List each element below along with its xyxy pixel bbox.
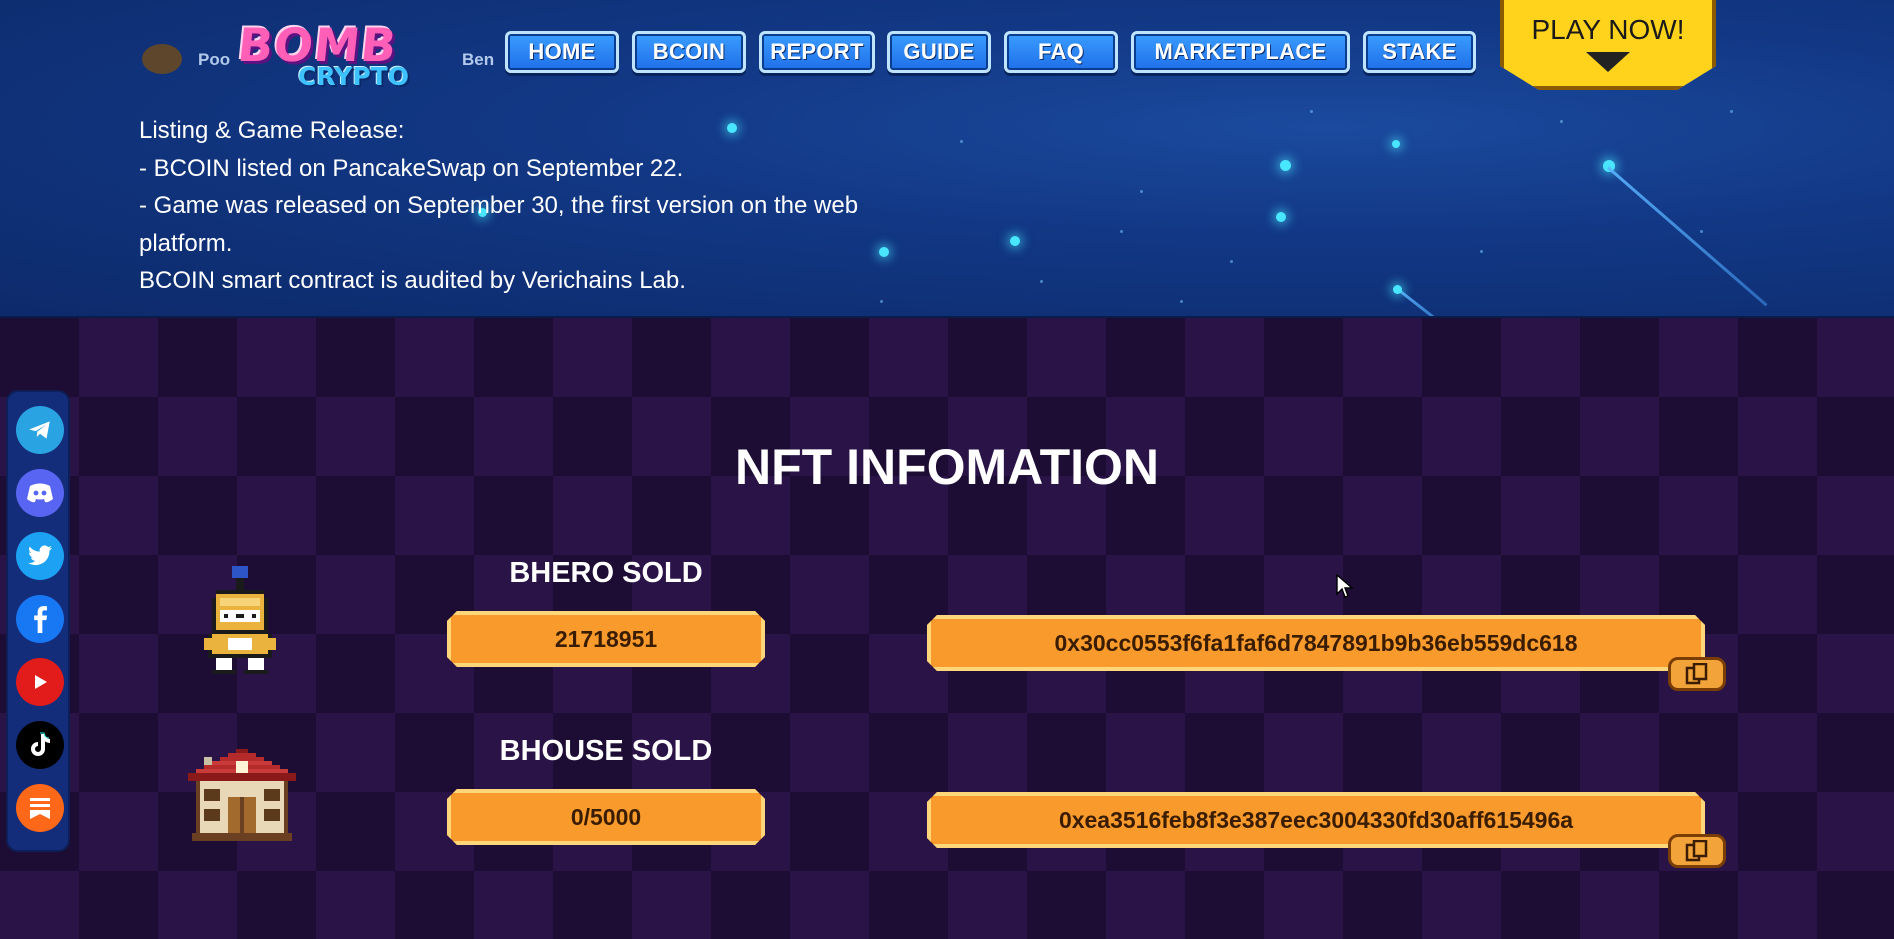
star-dot [1730,110,1733,113]
star-dot [1140,190,1143,193]
bhero-sold-label: BHERO SOLD [509,557,703,589]
twitter-icon[interactable] [16,532,64,580]
star-decoration [1392,140,1400,148]
nav-home-button[interactable]: HOME [505,31,619,73]
star-dot [1560,120,1563,123]
bhouse-sold-value: 0/5000 [447,789,765,845]
star-dot [1120,230,1123,233]
tiktok-icon[interactable] [16,721,64,769]
star-dot [1180,300,1183,303]
star-dot [1480,250,1483,253]
copy-bhouse-contract-button[interactable] [1668,834,1726,868]
play-now-button[interactable]: PLAY NOW! [1500,0,1716,90]
down-arrow-icon [1586,52,1630,72]
nav-marketplace-button[interactable]: MARKETPLACE [1131,31,1350,73]
release-line: Listing & Game Release: [139,117,405,144]
light-beam [1397,288,1447,316]
star-dot [880,300,883,303]
nav-stake-button[interactable]: STAKE [1363,31,1476,73]
partial-text: Poo [198,50,231,69]
release-line: BCOIN smart contract is audited by Veric… [139,267,686,294]
bomb-crypto-logo[interactable]: BOMB CRYPTO [235,18,413,96]
star-dot [1310,110,1313,113]
nav-report-button[interactable]: REPORT [759,31,875,73]
star-dot [1700,230,1703,233]
substack-icon[interactable] [16,784,64,832]
copy-bhero-contract-button[interactable] [1668,657,1726,691]
star-decoration [1010,236,1020,246]
bhero-sold-value: 21718951 [447,611,765,667]
knight-hero-icon [204,566,276,674]
bhouse-sold-label: BHOUSE SOLD [499,735,713,767]
release-line: platform. [139,229,233,257]
release-line: - BCOIN listed on PancakeSwap on Septemb… [139,154,684,182]
star-decoration [1280,160,1291,171]
bhero-contract-address[interactable]: 0x30cc0553f6fa1faf6d7847891b9b36eb559dc6… [927,615,1705,671]
star-dot [1040,280,1043,283]
star-dot [960,140,963,143]
copy-icon [1685,663,1708,685]
release-line: - Game was released on September 30, the… [139,192,859,219]
star-decoration [1276,212,1286,222]
bhouse-contract-address[interactable]: 0xea3516feb8f3e387eec3004330fd30aff61549… [927,792,1705,848]
nav-faq-button[interactable]: FAQ [1004,31,1118,73]
star-decoration [1393,285,1402,294]
play-now-label: PLAY NOW! [1531,14,1685,45]
mouse-cursor-icon [1336,574,1354,598]
nft-section-title: NFT INFOMATION [735,439,1159,495]
copy-icon [1685,840,1708,862]
facebook-icon[interactable] [16,595,64,643]
release-info: Listing & Game Release: - BCOIN listed o… [139,112,919,300]
nav-guide-button[interactable]: GUIDE [887,31,991,73]
logo-word-crypto: CRYPTO [298,62,409,91]
light-beam [1607,166,1768,307]
house-icon [188,749,296,841]
poo-coin-icon [142,44,182,74]
hero-banner: Poo Ben BOMB CRYPTO HOME BCOIN REPORT GU… [0,0,1894,318]
youtube-icon[interactable] [16,658,64,706]
nav-bcoin-button[interactable]: BCOIN [632,31,746,73]
partial-text: Ben [462,50,495,69]
star-dot [1230,260,1233,263]
